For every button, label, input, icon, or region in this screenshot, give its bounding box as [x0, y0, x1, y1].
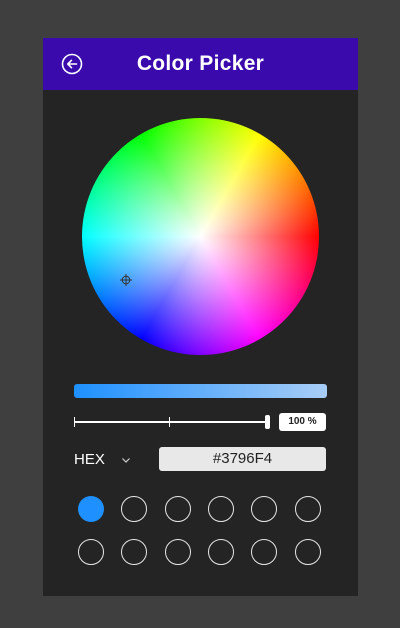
- opacity-value[interactable]: 100 %: [279, 413, 326, 431]
- color-swatch-empty[interactable]: [78, 539, 104, 565]
- color-picker-screen: Color Picker 100 % HEX #3796F4: [43, 38, 358, 596]
- color-swatch-empty[interactable]: [121, 496, 147, 522]
- color-mode-dropdown[interactable]: HEX: [74, 448, 131, 472]
- color-mode-label: HEX: [74, 451, 105, 468]
- header-bar: Color Picker: [43, 38, 358, 90]
- color-swatch-empty[interactable]: [295, 539, 321, 565]
- color-gradient-bar[interactable]: [74, 384, 327, 398]
- slider-tick-middle: [169, 417, 170, 427]
- chevron-down-icon: [122, 458, 130, 463]
- color-swatch-empty[interactable]: [165, 496, 191, 522]
- color-swatch-empty[interactable]: [295, 496, 321, 522]
- color-swatch-empty[interactable]: [208, 496, 234, 522]
- color-swatch-empty[interactable]: [208, 539, 234, 565]
- color-swatch-empty[interactable]: [165, 539, 191, 565]
- color-swatch-empty[interactable]: [251, 539, 277, 565]
- hex-value-input[interactable]: #3796F4: [159, 447, 326, 471]
- color-selector-crosshair-icon[interactable]: [120, 274, 132, 286]
- opacity-slider-track[interactable]: [74, 421, 268, 423]
- color-swatch-selected[interactable]: [78, 496, 104, 522]
- color-swatch-empty[interactable]: [121, 539, 147, 565]
- color-swatch-empty[interactable]: [251, 496, 277, 522]
- slider-tick-start: [74, 417, 75, 427]
- color-wheel[interactable]: [82, 118, 319, 355]
- opacity-slider-thumb[interactable]: [265, 415, 270, 429]
- page-title: Color Picker: [136, 52, 265, 75]
